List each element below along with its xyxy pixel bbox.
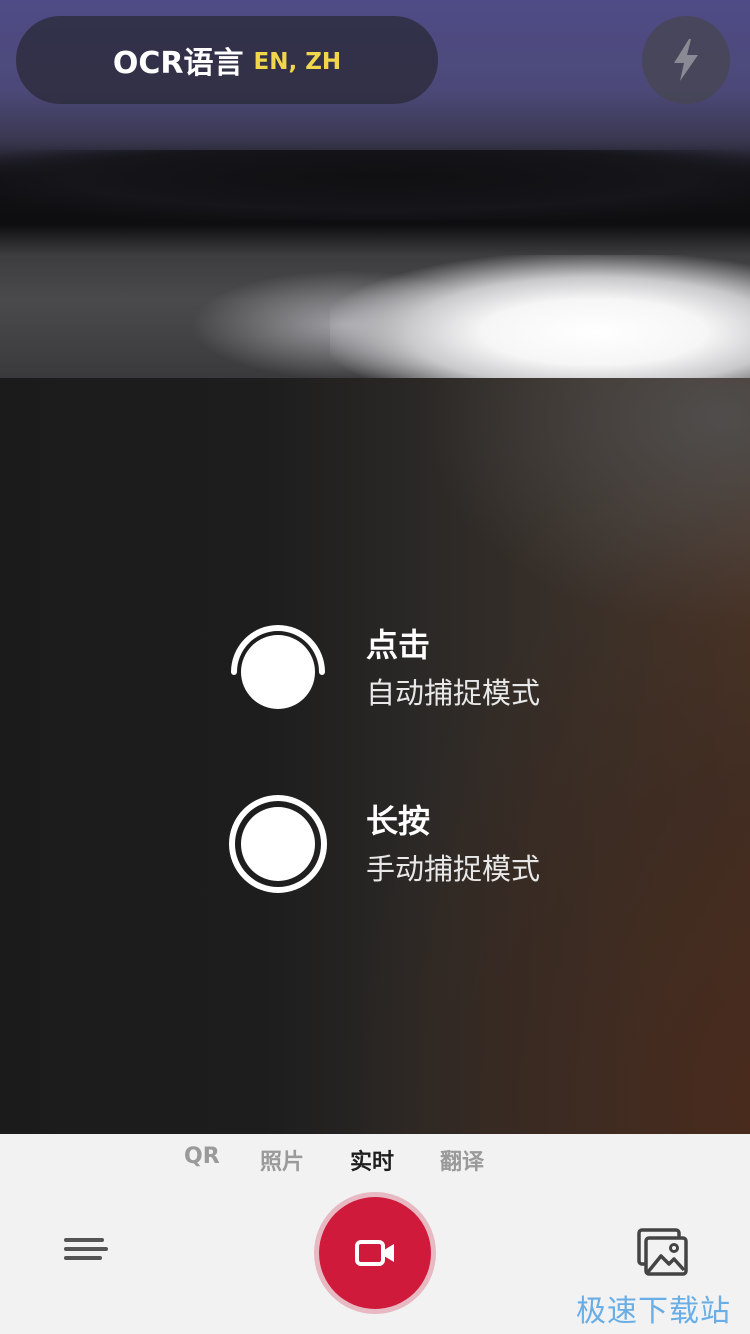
image-gallery-icon (637, 1228, 688, 1276)
tab-photo[interactable]: 照片 (260, 1144, 304, 1176)
preview-glare (330, 255, 750, 378)
tap-mode-subtitle: 自动捕捉模式 (366, 676, 541, 710)
flash-toggle-button[interactable] (642, 16, 730, 104)
menu-button[interactable] (64, 1238, 112, 1270)
mode-tabs: QR 照片 实时 翻译 (0, 1134, 750, 1190)
hold-mode-subtitle: 手动捕捉模式 (366, 852, 541, 886)
hold-mode-title: 长按 (366, 802, 431, 840)
hamburger-menu-icon (64, 1238, 112, 1260)
lightning-bolt-icon (674, 39, 698, 81)
ocr-language-selector[interactable]: OCR语言 EN, ZH (16, 16, 438, 104)
tap-mode-instruction: 点击 自动捕捉模式 (226, 618, 540, 722)
tab-qr[interactable]: QR (184, 1144, 220, 1169)
gallery-button[interactable] (636, 1228, 688, 1276)
hold-shutter-icon (226, 794, 330, 898)
tap-mode-title: 点击 (366, 626, 431, 664)
capture-mode-instructions: 点击 自动捕捉模式 长按 手动捕捉模式 (0, 378, 750, 1134)
ocr-language-label: OCR语言 (112, 46, 244, 81)
tab-live[interactable]: 实时 (350, 1144, 394, 1176)
video-camera-icon (355, 1240, 394, 1266)
tap-shutter-icon (226, 618, 330, 722)
hold-mode-instruction: 长按 手动捕捉模式 (226, 794, 540, 898)
watermark: 极速下载站 (576, 1294, 731, 1329)
tab-translate[interactable]: 翻译 (440, 1144, 484, 1176)
ocr-language-codes: EN, ZH (253, 49, 342, 75)
preview-treeline (0, 150, 750, 220)
capture-button[interactable] (319, 1197, 431, 1309)
